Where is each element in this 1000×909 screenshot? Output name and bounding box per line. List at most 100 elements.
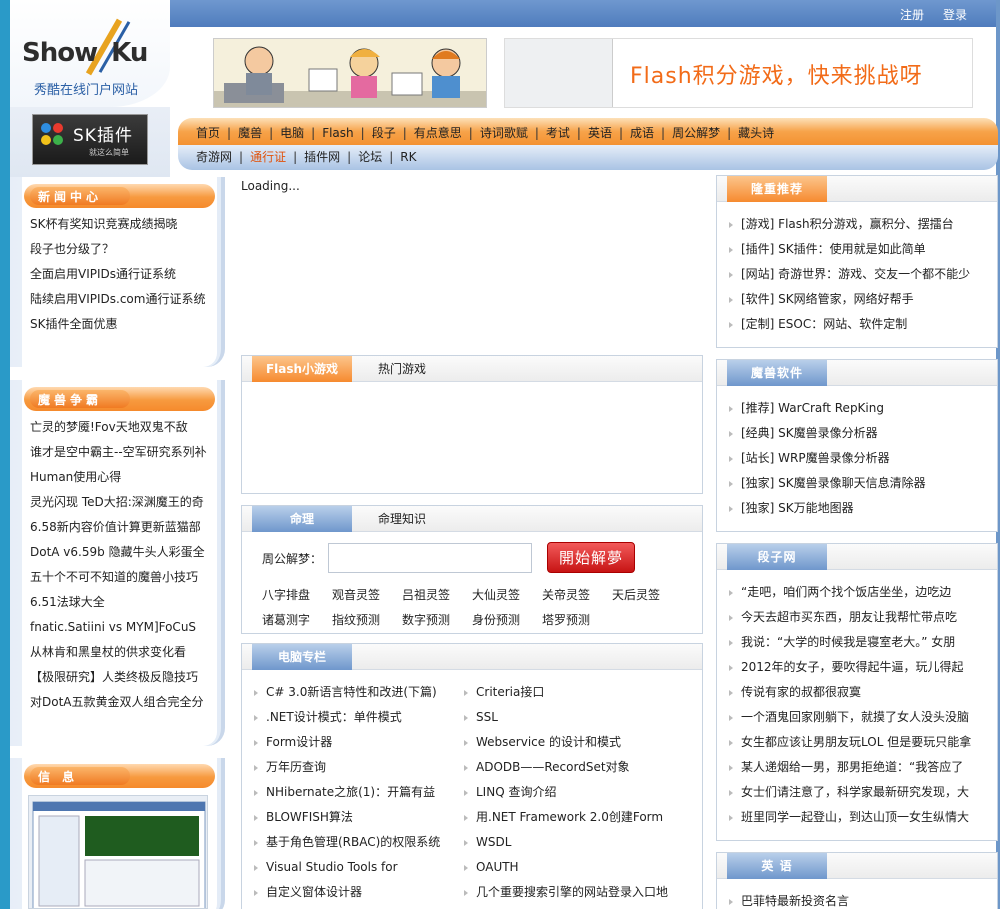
computer-article-item[interactable]: 万年历查询 [252, 755, 457, 780]
tab-fortune-knowledge[interactable]: 命理知识 [378, 506, 426, 532]
joke-item[interactable]: 某人递烟给一男，那男拒绝道：“我答应了 [727, 755, 991, 780]
register-link[interactable]: 注册 [900, 6, 924, 23]
nav-separator: | [347, 150, 352, 164]
computer-article-item[interactable]: Webservice 的设计和模式 [462, 730, 697, 755]
nav-link[interactable]: 段子 [372, 126, 396, 140]
fortune-link[interactable]: 大仙灵签 [472, 586, 542, 603]
recommend-item[interactable]: [插件] SK插件：使用就是如此简单 [727, 237, 991, 262]
joke-item[interactable]: 2012年的女子，要吹得起牛逼，玩儿得起 [727, 655, 991, 680]
news-item[interactable]: SK插件全面优惠 [30, 312, 215, 337]
computer-article-item[interactable]: SSL [462, 705, 697, 730]
recommend-item[interactable]: [定制] ESOC：网站、软件定制 [727, 312, 991, 337]
war-article-item[interactable]: Human使用心得 [30, 465, 215, 490]
nav-link[interactable]: 英语 [588, 126, 612, 140]
nav-link[interactable]: 藏头诗 [738, 126, 774, 140]
nav-link[interactable]: 论坛 [358, 150, 382, 164]
fortune-link[interactable]: 吕祖灵签 [402, 586, 472, 603]
computer-article-item[interactable]: OAUTH [462, 855, 697, 880]
fortune-link[interactable]: 身份预测 [472, 611, 542, 628]
fortune-link[interactable]: 诸葛测字 [262, 611, 332, 628]
news-item[interactable]: 陆续启用VIPIDs.com通行证系统 [30, 287, 215, 312]
joke-item[interactable]: 今天去超市买东西，朋友让我帮忙带点吃 [727, 605, 991, 630]
war-article-item[interactable]: 对DotA五款黄金双人组合完全分 [30, 690, 215, 715]
fortune-link[interactable]: 观音灵签 [332, 586, 402, 603]
news-item[interactable]: 段子也分级了？ [30, 237, 215, 262]
nav-link[interactable]: 有点意思 [414, 126, 462, 140]
nav-separator: | [402, 126, 407, 140]
fortune-link[interactable]: 关帝灵签 [542, 586, 612, 603]
recommend-item[interactable]: [软件] SK网络管家，网络好帮手 [727, 287, 991, 312]
nav-link[interactable]: 成语 [630, 126, 654, 140]
war-article-item[interactable]: DotA v6.59b 隐藏牛头人彩蛋全 [30, 540, 215, 565]
computer-article-item[interactable]: C# 3.0新语言特性和改进(下篇) [252, 680, 457, 705]
joke-item[interactable]: 女生都应该让男朋友玩LOL 但是要玩只能拿 [727, 730, 991, 755]
nav-link[interactable]: 奇游网 [196, 150, 232, 164]
nav-separator: | [727, 126, 732, 140]
war-article-item[interactable]: 从林肯和黑皇杖的供求变化看 [30, 640, 215, 665]
war-article-item[interactable]: 谁才是空中霸主--空军研究系列补 [30, 440, 215, 465]
war-software-item[interactable]: [站长] WRP魔兽录像分析器 [727, 446, 991, 471]
login-link[interactable]: 登录 [943, 6, 967, 23]
computer-article-item[interactable]: LINQ 查询介绍 [462, 780, 697, 805]
sk-plugin-badge[interactable]: SK插件 就这么简单 [32, 114, 148, 165]
fortune-link[interactable]: 数字预测 [402, 611, 472, 628]
flash-game-banner[interactable]: Flash积分游戏，快来挑战呀 [504, 38, 973, 108]
info-screenshot-image[interactable] [28, 795, 208, 909]
fortune-link[interactable]: 塔罗预测 [542, 611, 612, 628]
computer-article-item[interactable]: BLOWFISH算法 [252, 805, 457, 830]
computer-article-item[interactable]: Criteria接口 [462, 680, 697, 705]
war-article-item[interactable]: 亡灵的梦魇!Fov天地双鬼不敌 [30, 415, 215, 440]
computer-article-item[interactable]: 用.NET Framework 2.0创建Form [462, 805, 697, 830]
recommend-item[interactable]: [游戏] Flash积分游戏，赢积分、摆擂台 [727, 212, 991, 237]
dream-search-input[interactable] [328, 543, 532, 573]
news-item[interactable]: SK杯有奖知识竞赛成绩揭晓 [30, 212, 215, 237]
computer-article-item[interactable]: 自定义窗体设计器 [252, 880, 457, 905]
fortune-link[interactable]: 指纹预测 [332, 611, 402, 628]
war-article-item[interactable]: 【极限研究】人类终极反隐技巧 [30, 665, 215, 690]
joke-item[interactable]: “走吧，咱们两个找个饭店坐坐，边吃边 [727, 580, 991, 605]
nav-link[interactable]: 周公解梦 [672, 126, 720, 140]
war-software-item[interactable]: [独家] SK万能地图器 [727, 496, 991, 521]
war-article-item[interactable]: 五十个不可不知道的魔兽小技巧 [30, 565, 215, 590]
nav-link[interactable]: 首页 [196, 126, 220, 140]
cartoon-banner[interactable] [213, 38, 487, 108]
nav-link[interactable]: 通行证 [250, 150, 286, 164]
war-software-item[interactable]: [独家] SK魔兽录像聊天信息清除器 [727, 471, 991, 496]
nav-link[interactable]: RK [400, 150, 416, 164]
tab-hot-games[interactable]: 热门游戏 [378, 356, 426, 382]
joke-item[interactable]: 传说有家的叔都很寂寞 [727, 680, 991, 705]
tab-flash-games[interactable]: Flash小游戏 [252, 356, 352, 382]
computer-article-item[interactable]: .NET设计模式：单件模式 [252, 705, 457, 730]
nav-link[interactable]: 考试 [546, 126, 570, 140]
recommend-item[interactable]: [网站] 奇游世界：游戏、交友一个都不能少 [727, 262, 991, 287]
computer-article-item[interactable]: Form设计器 [252, 730, 457, 755]
nav-link[interactable]: Flash [322, 126, 353, 140]
joke-item[interactable]: 一个酒鬼回家刚躺下，就摸了女人没头没脑 [727, 705, 991, 730]
computer-article-item[interactable]: NHibernate之旅(1)：开篇有益 [252, 780, 457, 805]
war-article-item[interactable]: 灵光闪现 TeD大招:深渊魔王的奇 [30, 490, 215, 515]
computer-article-item[interactable]: Visual Studio Tools for [252, 855, 457, 880]
war-article-item[interactable]: fnatic.Satiini vs MYM]FoCuS [30, 615, 215, 640]
nav-link[interactable]: 插件网 [304, 150, 340, 164]
nav-link[interactable]: 魔兽 [238, 126, 262, 140]
computer-article-item[interactable]: WSDL [462, 830, 697, 855]
fortune-link[interactable]: 八字排盘 [262, 586, 332, 603]
computer-article-item[interactable]: ADODB——RecordSet对象 [462, 755, 697, 780]
news-item[interactable]: 全面启用VIPIDs通行证系统 [30, 262, 215, 287]
war-software-item[interactable]: [推荐] WarCraft RepKing [727, 396, 991, 421]
computer-article-item[interactable]: 基于角色管理(RBAC)的权限系统 [252, 830, 457, 855]
nav-link[interactable]: 电脑 [280, 126, 304, 140]
nav-link[interactable]: 诗词歌赋 [480, 126, 528, 140]
computer-article-item[interactable]: 几个重要搜索引擎的网站登录入口地 [462, 880, 697, 905]
start-dream-button[interactable]: 開始解夢 [547, 542, 635, 573]
joke-item[interactable]: 班里同学一起登山，到达山顶一女生纵情大 [727, 805, 991, 830]
english-item[interactable]: 巴菲特最新投资名言 [727, 889, 991, 909]
site-logo[interactable]: Show Ku 秀酷在线门户网站 [10, 0, 170, 107]
war-article-item[interactable]: 6.51法球大全 [30, 590, 215, 615]
tab-fortune[interactable]: 命理 [252, 506, 352, 532]
war-article-item[interactable]: 6.58新内容价值计算更新蓝猫部 [30, 515, 215, 540]
fortune-link[interactable]: 天后灵签 [612, 586, 682, 603]
joke-item[interactable]: 女士们请注意了，科学家最新研究发现，大 [727, 780, 991, 805]
joke-item[interactable]: 我说：“大学的时候我是寝室老大。” 女朋 [727, 630, 991, 655]
war-software-item[interactable]: [经典] SK魔兽录像分析器 [727, 421, 991, 446]
